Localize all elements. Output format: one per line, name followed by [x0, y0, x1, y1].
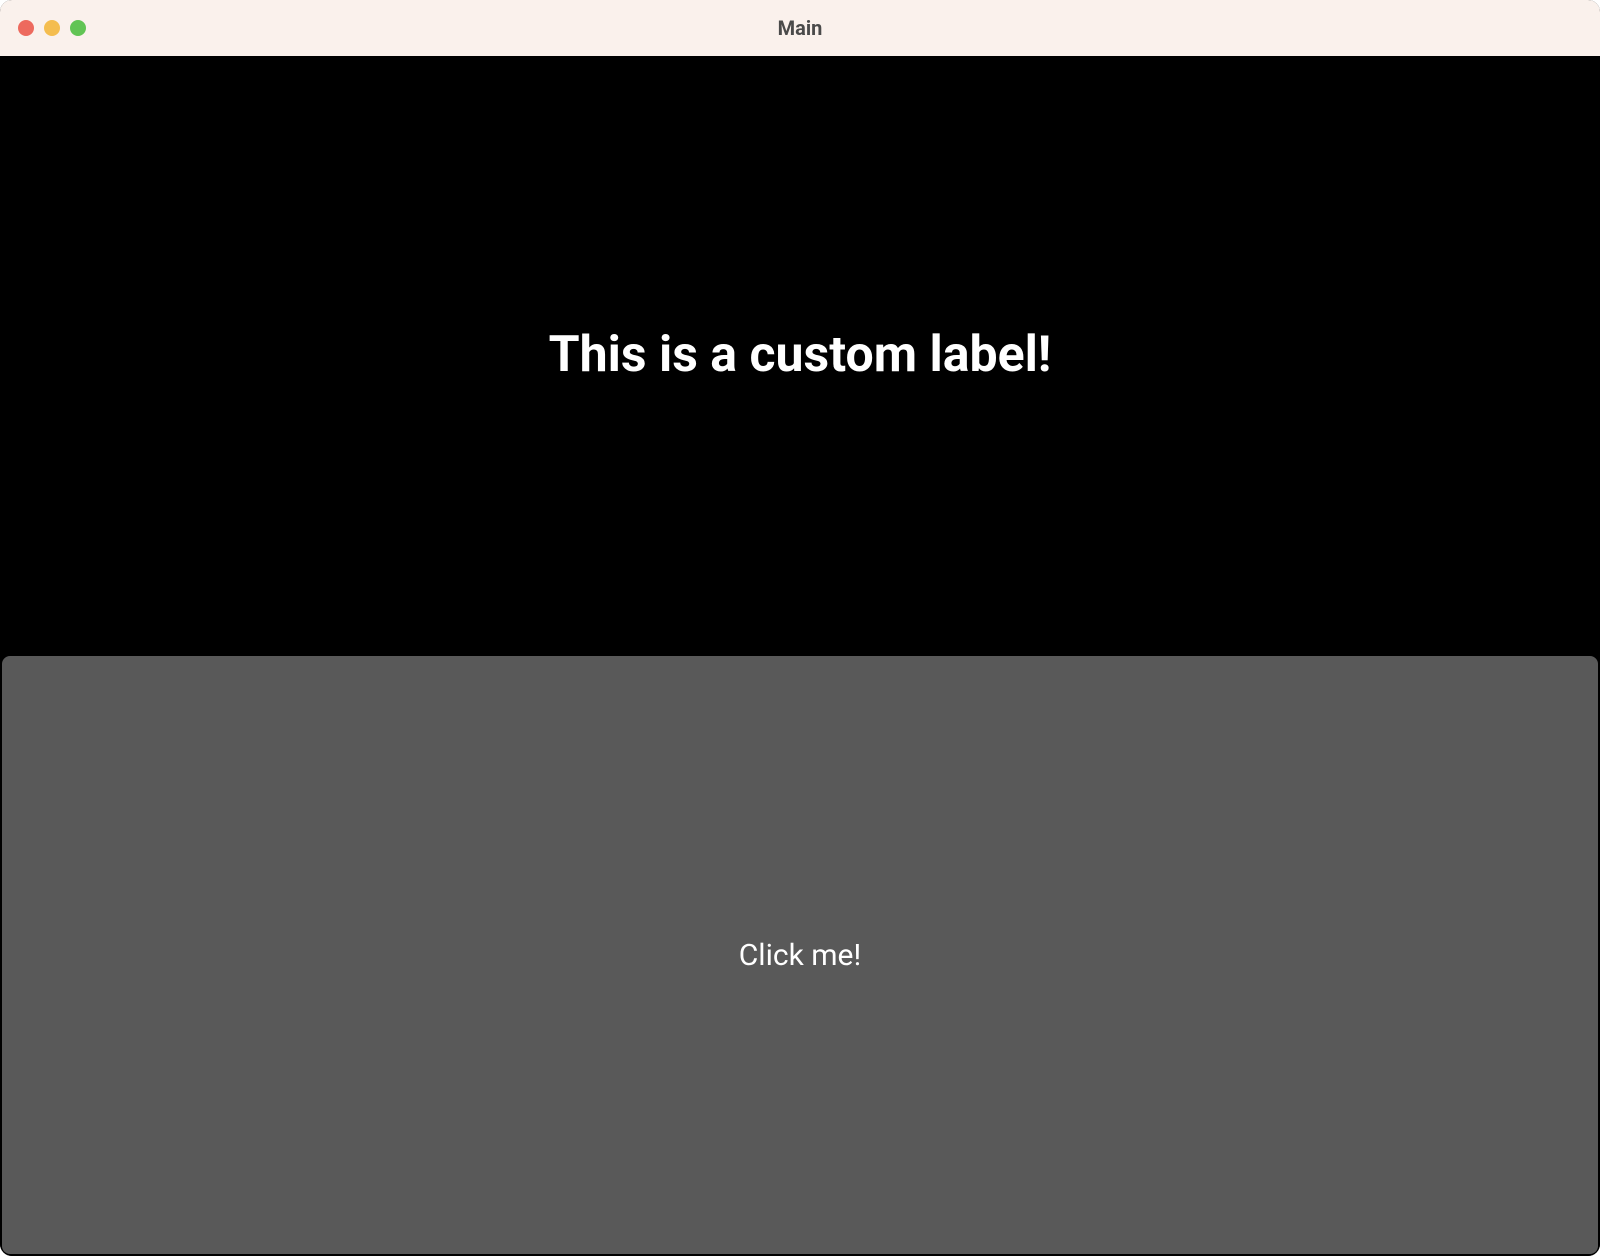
main-window: Main This is a custom label! Click me!	[0, 0, 1600, 1256]
button-panel: Click me!	[0, 654, 1600, 1256]
close-icon[interactable]	[18, 20, 34, 36]
label-panel: This is a custom label!	[0, 56, 1600, 654]
click-me-button-label: Click me!	[739, 938, 861, 973]
titlebar: Main	[0, 0, 1600, 56]
content-area: This is a custom label! Click me!	[0, 56, 1600, 1256]
minimize-icon[interactable]	[44, 20, 60, 36]
custom-label: This is a custom label!	[549, 326, 1052, 384]
traffic-lights	[0, 20, 86, 36]
click-me-button[interactable]: Click me!	[2, 656, 1598, 1254]
window-title: Main	[778, 16, 823, 40]
zoom-icon[interactable]	[70, 20, 86, 36]
